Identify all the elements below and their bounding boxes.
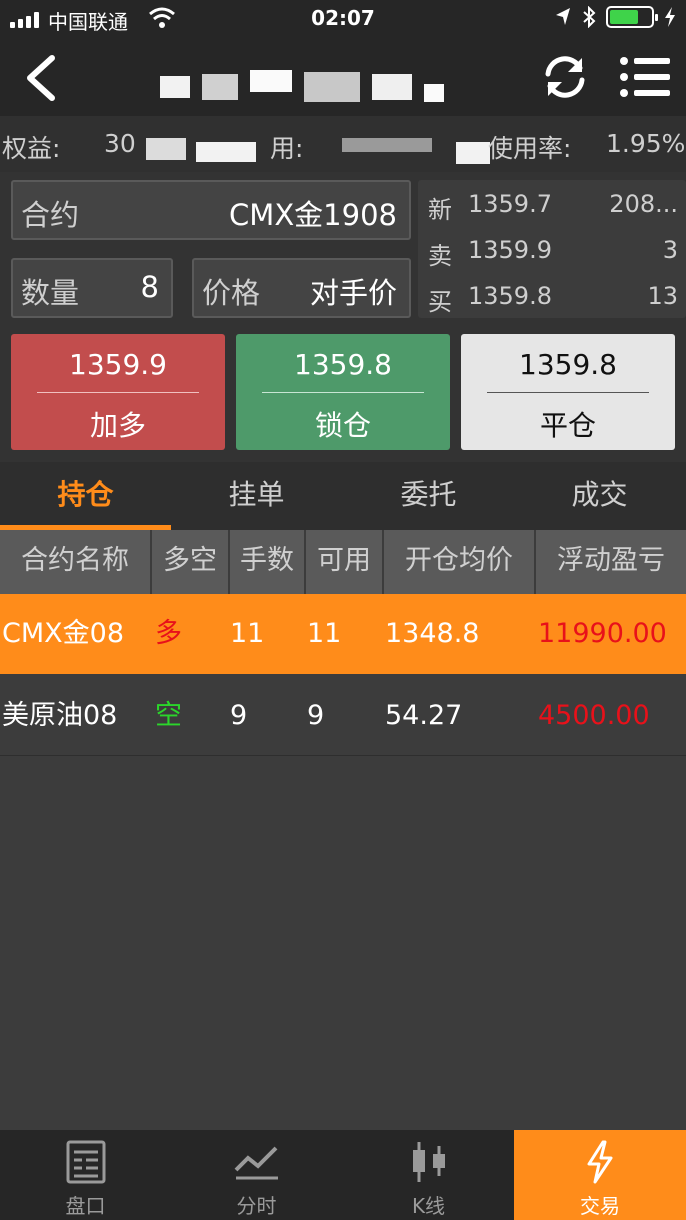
quantity-field[interactable]: 数量 8 <box>11 258 173 318</box>
mask <box>196 142 256 162</box>
bottom-tab-kline[interactable]: K线 <box>343 1130 514 1220</box>
tab-orders[interactable]: 委托 <box>343 462 514 530</box>
charging-icon <box>665 7 675 27</box>
close-position-button[interactable]: 1359.8 平仓 <box>461 334 675 450</box>
quote-box: 新 1359.7 208... 卖 1359.9 3 买 1359.8 13 <box>418 180 686 318</box>
row-available: 11 <box>307 618 342 649</box>
refresh-icon[interactable] <box>540 52 590 102</box>
header-floating-pnl: 浮动盈亏 <box>557 545 665 576</box>
price-field[interactable]: 价格 对手价 <box>192 258 411 318</box>
close-price: 1359.8 <box>519 348 617 381</box>
mask <box>456 142 490 164</box>
quote-volume: 3 <box>662 236 678 264</box>
price-label: 价格 <box>202 276 261 310</box>
header-available: 可用 <box>306 530 384 594</box>
available-label: 用: <box>270 134 304 163</box>
intraday-chart-icon <box>234 1146 278 1180</box>
tab-positions[interactable]: 持仓 <box>0 462 171 530</box>
row-contract-name: CMX金08 <box>2 618 125 649</box>
bottom-tab-label: 盘口 <box>65 1194 106 1218</box>
back-icon[interactable] <box>20 52 64 104</box>
battery-icon <box>606 6 658 28</box>
header-contract-name: 合约名称 <box>0 530 152 594</box>
mask <box>342 138 432 152</box>
bottom-tab-intraday[interactable]: 分时 <box>171 1130 342 1220</box>
header-direction: 多空 <box>152 530 230 594</box>
tab-pending-orders[interactable]: 挂单 <box>171 462 342 530</box>
row-floating-pnl: 4500.00 <box>538 700 650 731</box>
quote-row-bid: 买 1359.8 13 <box>428 276 678 316</box>
positions-table-header: 合约名称 多空 手数 可用 开仓均价 浮动盈亏 <box>0 530 686 594</box>
contract-label: 合约 <box>21 198 80 232</box>
long-price: 1359.9 <box>69 348 167 381</box>
equity-label: 权益: <box>2 134 61 163</box>
bottom-tab-orderbook[interactable]: 盘口 <box>0 1130 171 1220</box>
account-summary: 权益: 30 用: 使用率: 1.95% <box>0 116 686 172</box>
open-long-button[interactable]: 1359.9 加多 <box>11 334 225 450</box>
quote-price: 1359.7 <box>468 190 552 218</box>
row-contract-name: 美原油08 <box>2 700 118 731</box>
mask <box>146 138 186 160</box>
row-direction: 多 <box>155 618 182 649</box>
row-avg-price: 1348.8 <box>385 618 480 649</box>
row-lots: 9 <box>230 700 248 731</box>
nav-bar <box>0 40 686 116</box>
contract-field[interactable]: 合约 CMX金1908 <box>11 180 411 240</box>
row-lots: 11 <box>230 618 265 649</box>
lightning-icon <box>587 1140 613 1184</box>
quote-row-last: 新 1359.7 208... <box>428 184 678 224</box>
quantity-value: 8 <box>140 270 159 304</box>
quote-volume: 208... <box>609 190 678 218</box>
close-label: 平仓 <box>539 409 596 442</box>
quote-volume: 13 <box>647 282 678 310</box>
usage-label: 使用率: <box>488 134 572 163</box>
price-value: 对手价 <box>309 276 397 310</box>
quote-key: 新 <box>428 196 452 224</box>
tab-trades[interactable]: 成交 <box>514 462 685 530</box>
table-row[interactable]: 美原油08 空 9 9 54.27 4500.00 <box>0 676 686 756</box>
bottom-tab-label: K线 <box>411 1194 446 1218</box>
bluetooth-icon <box>583 6 596 28</box>
bottom-tab-label: 分时 <box>236 1194 277 1218</box>
quote-price: 1359.9 <box>468 236 552 264</box>
quote-row-ask: 卖 1359.9 3 <box>428 230 678 270</box>
row-available: 9 <box>307 700 325 731</box>
quote-price: 1359.8 <box>468 282 552 310</box>
lock-price: 1359.8 <box>294 348 392 381</box>
bottom-tab-bar: 盘口 分时 K线 交易 <box>0 1130 686 1220</box>
long-label: 加多 <box>89 409 146 442</box>
status-bar: 中国联通 02:07 <box>0 0 686 40</box>
order-panel: 合约 CMX金1908 数量 8 价格 对手价 新 1359.7 208... … <box>0 172 686 462</box>
row-floating-pnl: 11990.00 <box>538 618 667 649</box>
row-avg-price: 54.27 <box>385 700 463 731</box>
header-avg-price: 开仓均价 <box>384 530 536 594</box>
bottom-tab-trade[interactable]: 交易 <box>514 1130 686 1220</box>
row-direction: 空 <box>155 700 182 731</box>
usage-value: 1.95% <box>606 129 686 158</box>
account-title-masked <box>160 64 450 108</box>
lock-position-button[interactable]: 1359.8 锁仓 <box>236 334 450 450</box>
menu-icon[interactable] <box>618 54 672 100</box>
quote-key: 买 <box>428 288 452 316</box>
contract-value: CMX金1908 <box>229 198 397 232</box>
quantity-label: 数量 <box>21 276 80 310</box>
location-icon <box>556 8 570 25</box>
candlestick-icon <box>412 1142 445 1182</box>
table-row[interactable]: CMX金08 多 11 11 1348.8 11990.00 <box>0 594 686 674</box>
quote-key: 卖 <box>428 242 452 270</box>
position-tabs: 持仓 挂单 委托 成交 <box>0 462 686 530</box>
lock-label: 锁仓 <box>314 409 371 442</box>
equity-value: 30 <box>104 129 136 158</box>
orderbook-icon <box>66 1140 105 1184</box>
header-lots: 手数 <box>230 530 306 594</box>
bottom-tab-label: 交易 <box>580 1194 620 1218</box>
